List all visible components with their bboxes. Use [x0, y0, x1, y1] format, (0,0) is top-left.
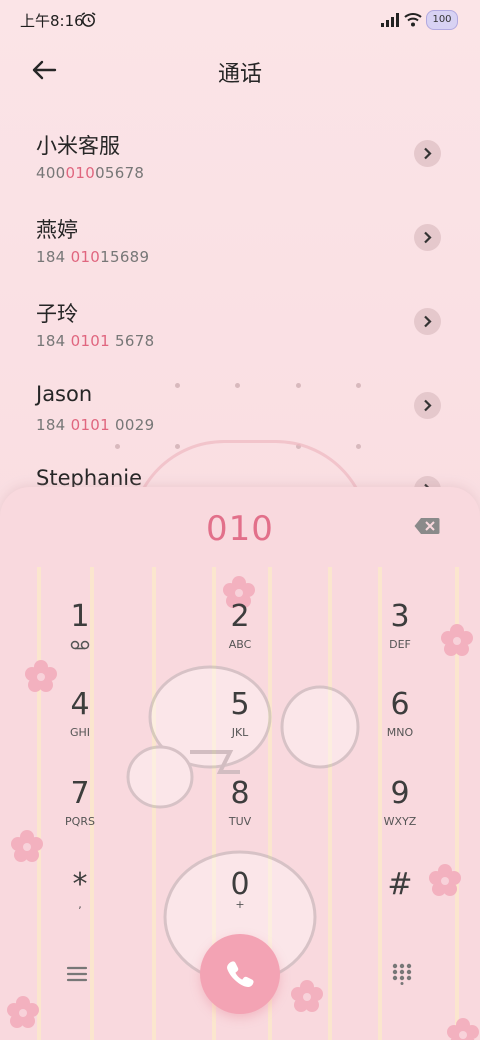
dial-key-2[interactable]: 2 ABC — [180, 599, 300, 679]
contact-row[interactable]: 小米客服 40001005678 — [0, 130, 480, 214]
dialer-screen: 上午8:16 100 通话 小米客服 40001005678 燕婷 184 01… — [0, 0, 480, 1040]
contact-name: 子玲 — [36, 302, 78, 326]
contact-row[interactable]: 子玲 184 0101 5678 — [0, 298, 480, 382]
flower-decoration-icon — [7, 996, 39, 1028]
chevron-right-icon — [424, 231, 432, 244]
contact-detail-button[interactable] — [414, 308, 441, 335]
contact-number: 184 0101 5678 — [36, 332, 155, 350]
signal-icon — [381, 13, 399, 27]
alarm-icon — [81, 12, 96, 27]
contact-detail-button[interactable] — [414, 224, 441, 251]
contact-number: 184 01015689 — [36, 248, 150, 266]
phone-icon — [227, 961, 254, 988]
dial-key-1[interactable]: 1 — [20, 599, 140, 679]
dial-key-hash[interactable]: # — [340, 867, 460, 947]
status-bar: 上午8:16 100 — [0, 0, 480, 40]
dial-key-4[interactable]: 4 GHI — [20, 687, 140, 767]
contact-name: 燕婷 — [36, 218, 78, 242]
page-title: 通话 — [217, 62, 262, 87]
backspace-icon[interactable] — [414, 517, 440, 535]
flower-decoration-icon — [447, 1018, 479, 1040]
dialpad-icon[interactable] — [392, 963, 412, 985]
status-time: 上午8:16 — [20, 12, 84, 30]
contact-row[interactable]: 燕婷 184 01015689 — [0, 214, 480, 298]
dial-key-8[interactable]: 8 TUV — [180, 776, 300, 856]
dial-number-display[interactable]: 010 — [0, 509, 480, 549]
battery-icon: 100 — [426, 10, 458, 30]
dial-key-9[interactable]: 9 WXYZ — [340, 776, 460, 856]
dial-key-3[interactable]: 3 DEF — [340, 599, 460, 679]
contact-row[interactable]: Jason 184 0101 0029 — [0, 382, 480, 466]
dial-key-7[interactable]: 7 PQRS — [20, 776, 140, 856]
dialpad-panel: 010 1 2 ABC 3 DEF 4 GHI 5 JKL 6 MNO 7 PQ… — [0, 487, 480, 1040]
contact-name: Jason — [36, 382, 93, 406]
chevron-right-icon — [424, 315, 432, 328]
contact-number: 184 0101 0029 — [36, 416, 155, 434]
dial-key-star[interactable]: * , — [20, 867, 140, 947]
contact-number: 40001005678 — [36, 164, 145, 182]
chevron-right-icon — [424, 147, 432, 160]
app-header: 通话 — [0, 44, 480, 96]
wifi-icon — [404, 13, 422, 27]
contact-name: 小米客服 — [36, 134, 120, 158]
dial-key-5[interactable]: 5 JKL — [180, 687, 300, 767]
chevron-right-icon — [424, 399, 432, 412]
call-button[interactable] — [200, 934, 280, 1014]
menu-icon[interactable] — [66, 965, 88, 983]
dial-key-6[interactable]: 6 MNO — [340, 687, 460, 767]
voicemail-icon — [70, 640, 90, 650]
contact-detail-button[interactable] — [414, 140, 441, 167]
contact-detail-button[interactable] — [414, 392, 441, 419]
